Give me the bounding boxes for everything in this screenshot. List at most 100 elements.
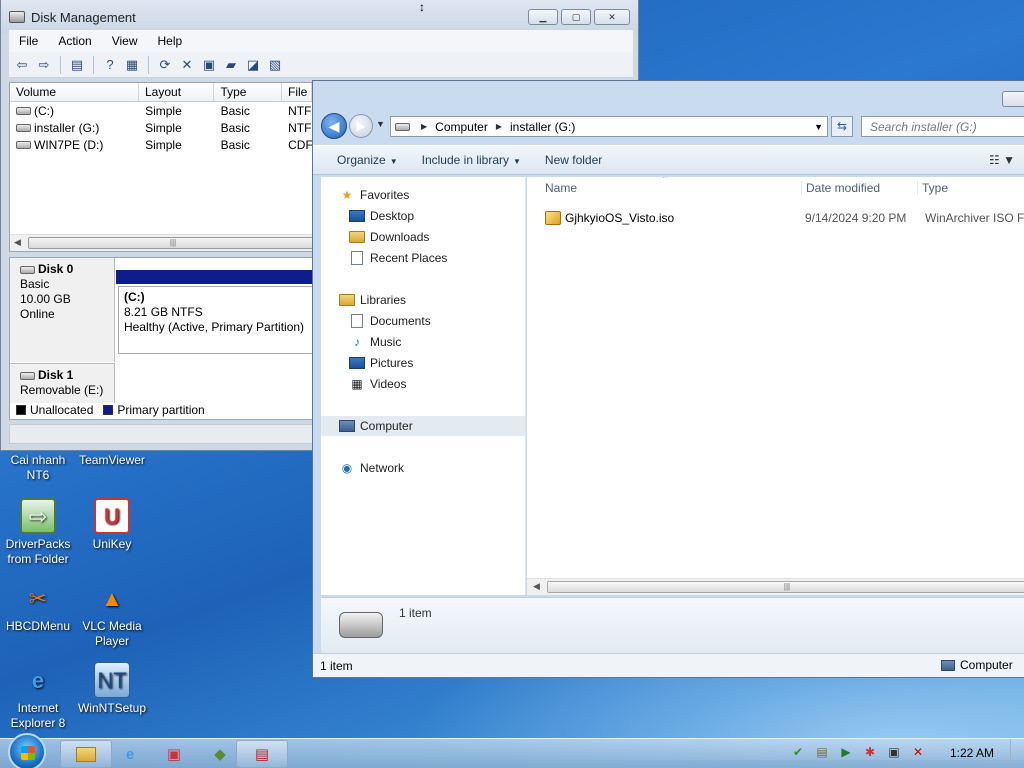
tray-shield-icon[interactable]: ✔	[790, 745, 806, 759]
scroll-left-icon[interactable]: ◀	[533, 581, 540, 592]
volume-list-hscrollbar[interactable]: ◀ |||	[10, 234, 312, 251]
cd-drive-icon	[16, 141, 31, 150]
menu-view[interactable]: View	[102, 34, 148, 48]
desktop-icon-winntsetup[interactable]: NT WinNTSetup	[74, 662, 150, 716]
recent-pages-dropdown[interactable]: ▼	[376, 119, 385, 129]
col-volume[interactable]: Volume	[10, 83, 139, 101]
minimize-button[interactable]: ▁	[528, 9, 558, 25]
mouse-cursor-icon: ↕	[419, 0, 425, 14]
help-icon[interactable]: ?	[101, 56, 119, 74]
forward-button[interactable]: ▶	[349, 114, 373, 138]
breadcrumb-installer[interactable]: installer (G:)	[510, 120, 575, 134]
breadcrumb-computer[interactable]: Computer	[435, 120, 488, 134]
scroll-left-icon[interactable]: ◀	[14, 237, 21, 248]
tray-network-icon[interactable]: ▣	[886, 745, 902, 759]
volume-row[interactable]: (C:) Simple Basic NTF	[10, 102, 312, 119]
col-type[interactable]: Type	[214, 83, 282, 101]
menu-help[interactable]: Help	[148, 34, 193, 48]
nav-videos[interactable]: ▦ Videos	[321, 374, 525, 394]
col-name[interactable]: Name	[541, 181, 577, 195]
include-in-library-button[interactable]: Include in library ▼	[410, 153, 533, 167]
breadcrumb-separator[interactable]: ▶	[496, 122, 502, 131]
nav-network[interactable]: ◉ Network	[321, 458, 525, 478]
close-button[interactable]: ✕	[594, 9, 630, 25]
volume-layout: Simple	[145, 103, 182, 118]
nav-computer[interactable]: Computer	[321, 416, 525, 436]
desktop-icon-cai-nhanh[interactable]: Cai nhanh NT6	[0, 453, 76, 483]
chevron-down-icon: ▼	[513, 157, 521, 166]
search-input[interactable]: Search installer (G:)	[861, 116, 1024, 137]
clock[interactable]: 1:22 AM	[950, 746, 994, 760]
status-item-count: 1 item	[320, 658, 353, 673]
nav-recent-places[interactable]: Recent Places	[321, 248, 525, 268]
volume-list-header: Volume Layout Type File	[10, 83, 312, 102]
desktop-icon-unikey[interactable]: U UniKey	[74, 498, 150, 552]
desktop-icon-internet-explorer[interactable]: e Internet Explorer 8	[0, 662, 76, 731]
disk-0-label[interactable]: Disk 0 Basic 10.00 GB Online	[10, 258, 115, 362]
chevron-down-icon: ▼	[389, 157, 398, 166]
col-layout[interactable]: Layout	[139, 83, 215, 101]
nav-downloads[interactable]: Downloads	[321, 227, 525, 247]
start-button[interactable]	[8, 733, 46, 768]
menu-file[interactable]: File	[9, 34, 48, 48]
nav-libraries[interactable]: Libraries	[321, 290, 525, 310]
nav-favorites[interactable]: ★ Favorites	[321, 185, 525, 205]
address-dropdown[interactable]: ▼	[814, 122, 823, 132]
tray-drive-icon[interactable]: ▤	[814, 745, 830, 759]
scroll-thumb[interactable]: |||	[28, 237, 312, 249]
tray-volume-muted-icon[interactable]: ✕	[910, 745, 926, 759]
col-type[interactable]: Type	[917, 181, 948, 195]
delete-icon[interactable]: ✕	[178, 56, 196, 74]
nav-downloads-label: Downloads	[370, 230, 430, 244]
show-desktop-button[interactable]	[1010, 739, 1024, 768]
details-pane: 1 item	[321, 597, 1024, 653]
show-console-icon[interactable]: ▦	[123, 56, 141, 74]
partition-c[interactable]: (C:) 8.21 GB NTFS Healthy (Active, Prima…	[118, 286, 312, 354]
file-row[interactable]: GjhkyioOS_Visto.iso 9/14/2024 9:20 PM Wi…	[527, 208, 1024, 228]
scroll-thumb[interactable]: |||	[547, 581, 1024, 593]
settings-icon[interactable]: ▧	[266, 56, 284, 74]
taskbar-unikey[interactable]: ▣	[148, 740, 200, 768]
nav-pictures[interactable]: Pictures	[321, 353, 525, 373]
refresh-button[interactable]: ⇆	[831, 116, 853, 137]
tray-unikey-icon[interactable]: ✱	[862, 745, 878, 759]
dm-toolbar: ⇦ ⇨ ▤ ? ▦ ⟳ ✕ ▣ ▰ ◪ ▧	[9, 52, 633, 78]
disk-1-label[interactable]: Disk 1 Removable (E:)	[10, 363, 115, 403]
volume-row[interactable]: WIN7PE (D:) Simple Basic CDF	[10, 136, 312, 153]
back-arrow-icon[interactable]: ⇦	[13, 56, 31, 74]
address-bar[interactable]: ▶ Computer ▶ installer (G:) ▼	[390, 116, 828, 137]
forward-arrow-icon[interactable]: ⇨	[35, 56, 53, 74]
desktop-icon-teamviewer[interactable]: TeamViewer	[74, 453, 150, 468]
nav-favorites-label: Favorites	[360, 188, 410, 202]
tray-play-icon[interactable]: ▶	[838, 745, 854, 759]
desktop-icon-hbcdmenu[interactable]: ✂ HBCDMenu	[0, 580, 76, 634]
properties-icon[interactable]: ▣	[200, 56, 218, 74]
refresh-icon[interactable]: ⟳	[156, 56, 174, 74]
explorer-minimize-button[interactable]	[1002, 91, 1024, 107]
change-view-icon[interactable]: ☷ ▼	[989, 153, 1015, 167]
drive-large-icon	[339, 612, 383, 638]
maximize-button[interactable]: ▢	[561, 9, 591, 25]
new-folder-button[interactable]: New folder	[533, 153, 614, 167]
menu-action[interactable]: Action	[48, 34, 101, 48]
organize-button[interactable]: Organize ▼	[325, 153, 410, 167]
breadcrumb-separator[interactable]: ▶	[421, 122, 427, 131]
nav-desktop[interactable]: Desktop	[321, 206, 525, 226]
nav-music[interactable]: ♪ Music	[321, 332, 525, 352]
back-button[interactable]: ◀	[321, 113, 347, 139]
nav-libraries-label: Libraries	[360, 293, 407, 307]
taskbar-disk-management[interactable]: ▤	[236, 740, 288, 768]
nav-documents[interactable]: Documents	[321, 311, 525, 331]
desktop-icon-vlc[interactable]: ▲ VLC Media Player	[74, 580, 150, 649]
volume-row[interactable]: installer (G:) Simple Basic NTF	[10, 119, 312, 136]
explore-icon[interactable]: ◪	[244, 56, 262, 74]
toolbar-separator	[60, 55, 61, 74]
file-list-hscrollbar[interactable]: ◀ |||	[527, 578, 1024, 595]
show-hide-tree-icon[interactable]: ▤	[68, 56, 86, 74]
desktop-icon-driverpacks[interactable]: ⇨ DriverPacks from Folder	[0, 498, 76, 567]
partition-c-health: Healthy (Active, Primary Partition)	[124, 320, 305, 334]
col-date-modified[interactable]: Date modified	[801, 181, 880, 195]
col-file-system[interactable]: File	[282, 83, 312, 101]
file-name: GjhkyioOS_Visto.iso	[565, 211, 675, 225]
open-folder-icon[interactable]: ▰	[222, 56, 240, 74]
